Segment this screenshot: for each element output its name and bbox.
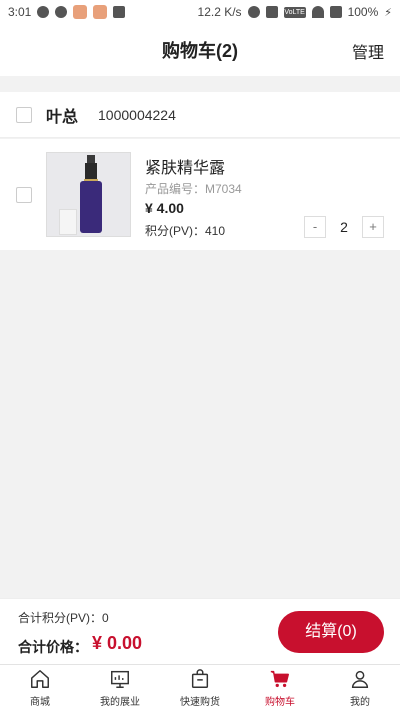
location-icon [37,6,50,18]
tab-label: 商城 [30,697,50,708]
wifi-icon [311,6,324,18]
manage-button[interactable]: 管理 [352,39,384,63]
tab-mall[interactable]: 商城 [0,665,80,711]
product-image[interactable] [46,152,131,237]
bottom-tab-bar: 商城 我的展业 快速购货 购物车 我的 [0,664,400,711]
shop-row: 叶总 1000004224 [0,92,400,138]
alarm-icon [247,6,260,18]
tab-mine[interactable]: 我的 [320,665,400,711]
signal-icon [329,6,342,18]
avatar-notification-icon [93,5,108,19]
monitor-icon [111,670,129,688]
tab-business[interactable]: 我的展业 [80,665,160,711]
net-speed: 12.2 K/s [197,5,242,19]
tab-quick-buy[interactable]: 快速购货 [160,665,240,711]
total-pv: 合计积分(PV)：0 [18,611,109,625]
tab-label: 快速购货 [180,697,220,708]
shop-name: 叶总 [46,108,79,126]
shop-id: 1000004224 [98,106,176,123]
increment-button[interactable]: + [362,216,384,238]
tab-label: 我的展业 [100,697,140,708]
decrement-button[interactable]: - [304,216,326,238]
quantity-value[interactable]: 2 [326,216,362,238]
product-pv: 积分(PV)：410 [145,224,226,238]
total-price-label: 合计价格： [18,639,88,655]
avatar-notification-icon [73,5,88,19]
home-icon [31,670,49,688]
product-code: 产品编号：M7034 [145,182,242,196]
nfc-icon [265,6,278,18]
charging-icon: ⚡ [384,6,392,19]
user-icon [351,670,369,688]
quantity-stepper: - 2 + [304,216,384,238]
chat-icon [55,6,68,18]
bag-icon [191,669,209,688]
volte-icon: VoLTE [283,6,306,18]
bottle-body [80,181,102,233]
shop-checkbox[interactable] [16,106,32,123]
tab-label: 我的 [350,697,370,708]
product-name[interactable]: 紧肤精华露 [145,154,225,178]
status-bar: 3:01 12.2 K/s VoLTE 100% ⚡ [0,0,400,24]
cart-icon [270,670,289,688]
tab-label: 购物车 [265,697,295,708]
page-header: 购物车(2) 管理 [0,24,400,76]
product-box [59,209,77,235]
total-price: ¥ 0.00 [92,633,143,653]
cart-item: 紧肤精华露 产品编号：M7034 ¥ 4.00 积分(PV)：410 - 2 + [0,139,400,250]
battery-level: 100% [347,5,379,19]
product-price: ¥ 4.00 [145,200,184,216]
status-time: 3:01 [8,5,32,19]
checkout-button[interactable]: 结算(0) [278,611,384,653]
page-title: 购物车(2) [162,41,238,61]
item-checkbox[interactable] [16,187,32,203]
tab-cart[interactable]: 购物车 [240,665,320,711]
image-icon [113,6,126,18]
checkout-bar: 合计积分(PV)：0 合计价格： ¥ 0.00 结算(0) [0,598,400,664]
